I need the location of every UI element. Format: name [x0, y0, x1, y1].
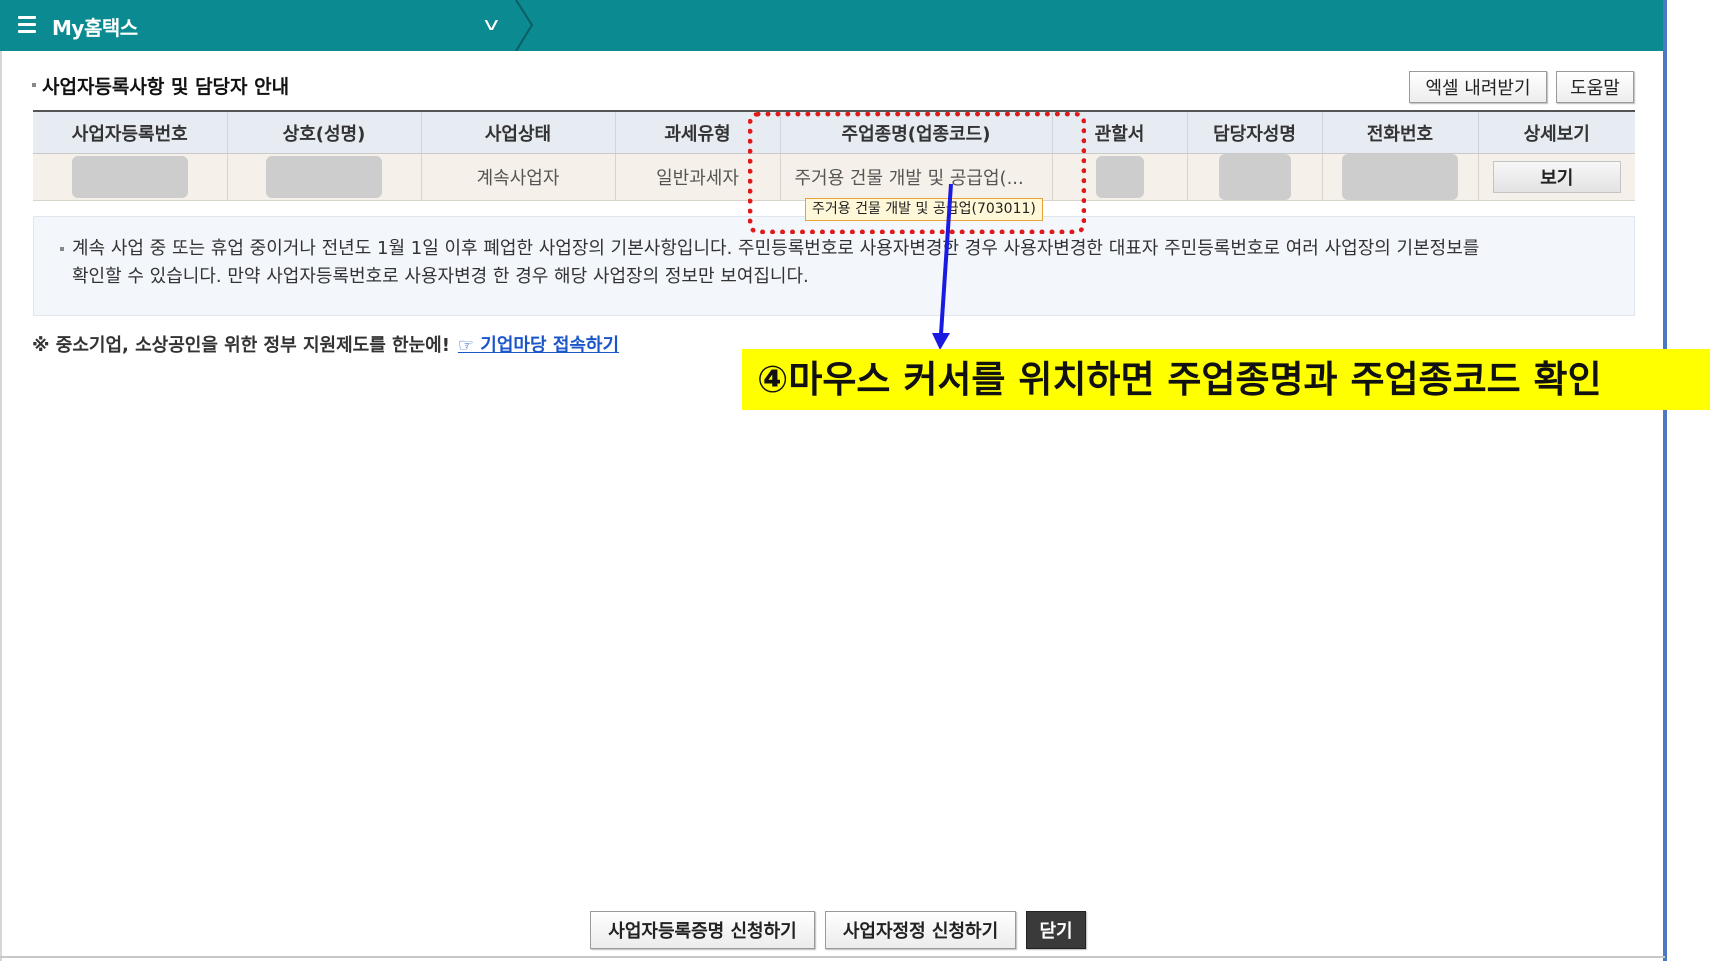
- annotation-callout: ④마우스 커서를 위치하면 주업종명과 주업종코드 확인: [742, 349, 1710, 410]
- registration-certificate-button[interactable]: 사업자등록증명 신청하기: [590, 911, 815, 949]
- annotation-arrow: [932, 183, 953, 350]
- bottom-divider: [0, 956, 1665, 958]
- business-correction-button[interactable]: 사업자정정 신청하기: [825, 911, 1016, 949]
- close-button[interactable]: 닫기: [1026, 911, 1086, 949]
